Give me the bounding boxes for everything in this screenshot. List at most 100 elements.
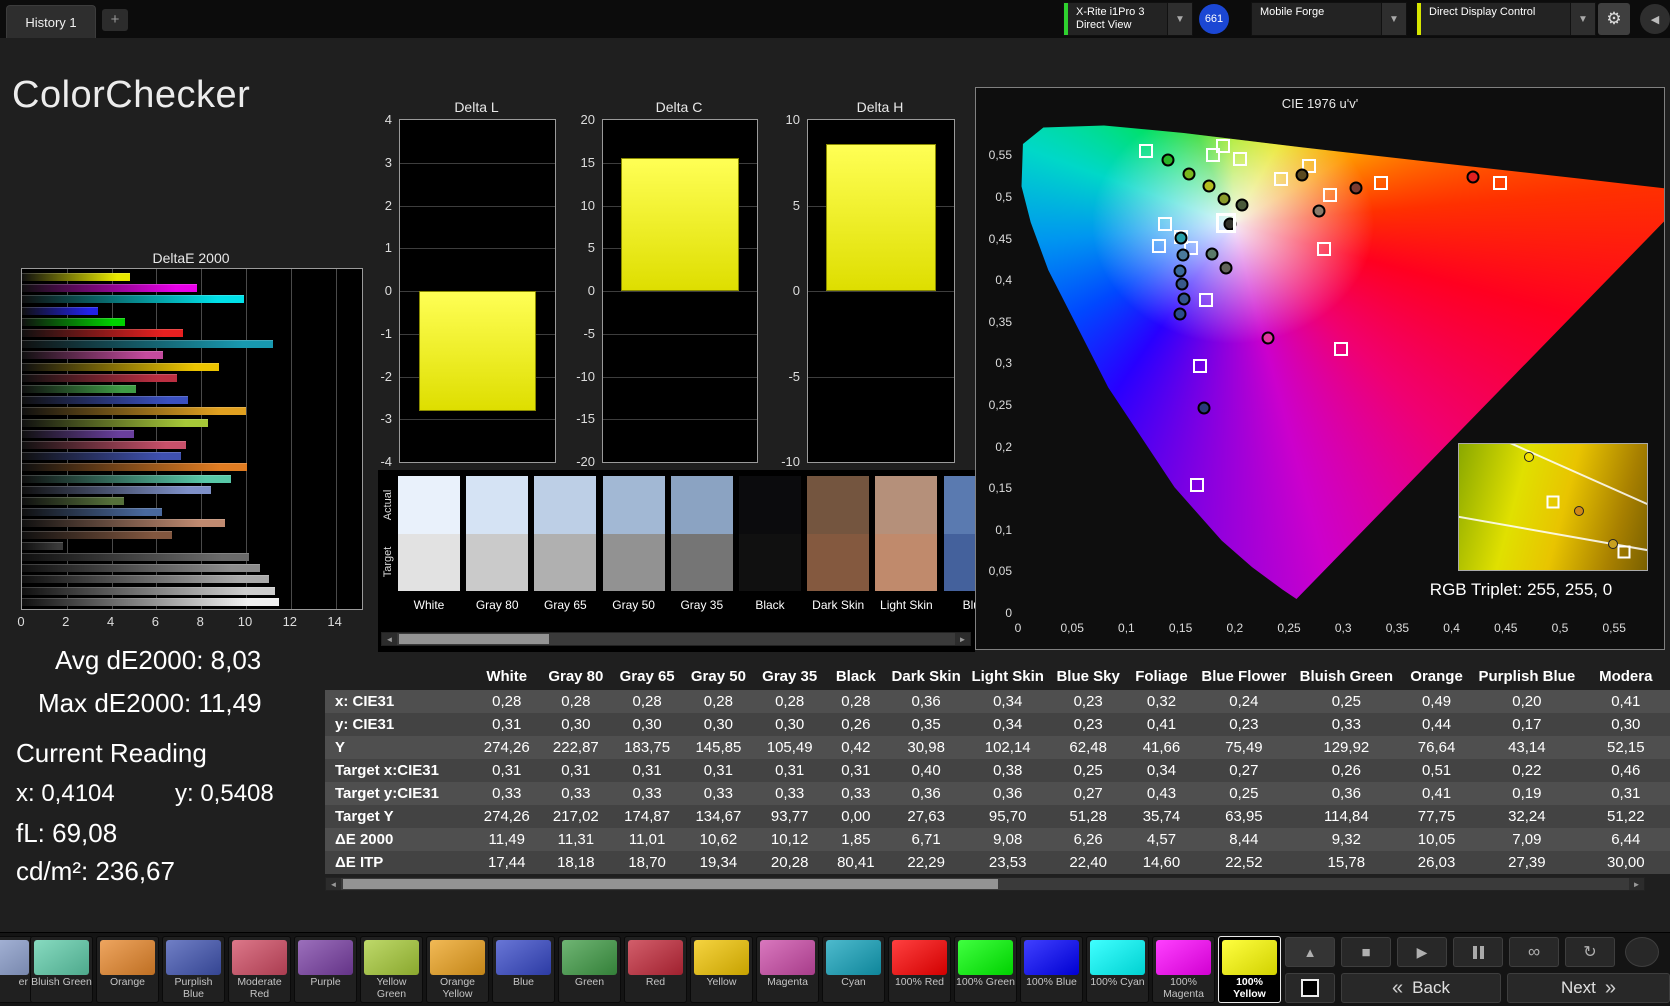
continuous-measure-button[interactable]: ∞ <box>1509 937 1559 967</box>
toolbar-patch-100-cyan[interactable]: 100% Cyan <box>1086 936 1149 1003</box>
x-tick-label: 0,15 <box>1168 621 1193 635</box>
measured-marker <box>1202 179 1216 193</box>
x-tick-label: 0,35 <box>1385 621 1410 635</box>
swatch-blue[interactable]: Blue <box>943 476 975 612</box>
toolbar-patch-orange[interactable]: Orange <box>96 936 159 1003</box>
patch-color-swatch <box>628 940 683 975</box>
patch-label: Magenta <box>767 976 808 988</box>
play-button[interactable]: ▶ <box>1397 937 1447 967</box>
de-bar-black <box>22 541 64 550</box>
measured-marker <box>1217 192 1231 206</box>
y-tick-label: 0,15 <box>988 481 1012 496</box>
toolbar-patch-red[interactable]: Red <box>624 936 687 1003</box>
table-cell: 8,44 <box>1229 831 1259 848</box>
toolbar-patch-magenta[interactable]: Magenta <box>756 936 819 1003</box>
scroll-right-icon[interactable]: ► <box>955 633 970 645</box>
blackout-button[interactable] <box>1285 973 1335 1003</box>
table-cell: 217,02 <box>552 808 599 825</box>
toolbar-patch-cyan[interactable]: Cyan <box>822 936 885 1003</box>
de-bar-100-magenta <box>22 284 197 293</box>
refresh-button[interactable]: ↻ <box>1565 937 1615 967</box>
top-bar: History 1 + X-Rite i1Pro 3 Direct View ▼… <box>0 0 1670 38</box>
patch-label: Bluish Green <box>31 976 92 988</box>
delta-bar <box>621 158 739 291</box>
swatch-black[interactable]: Black <box>739 476 801 612</box>
scroll-left-icon[interactable]: ◄ <box>326 878 341 890</box>
toolbar-patch-100-blue[interactable]: 100% Blue <box>1020 936 1083 1003</box>
chart-plot <box>399 119 556 463</box>
toolbar-patch-purple[interactable]: Purple <box>294 936 357 1003</box>
swatch-gray-65[interactable]: Gray 65 <box>534 476 597 612</box>
toolbar-patch-partial[interactable]: er <box>0 936 33 1003</box>
toolbar-patch-yellow-green[interactable]: Yellow Green <box>360 936 423 1003</box>
target-marker <box>1334 342 1349 357</box>
measured-marker <box>1295 168 1309 182</box>
toolbar-patch-blue[interactable]: Blue <box>492 936 555 1003</box>
patch-color-swatch <box>0 940 29 975</box>
table-cell: 93,77 <box>770 808 809 825</box>
swatch-white[interactable]: White <box>398 476 460 612</box>
display-control-label: Direct Display Control <box>1429 6 1536 18</box>
scroll-right-icon[interactable]: ► <box>1629 878 1644 890</box>
add-tab-button[interactable]: + <box>102 9 128 31</box>
de-bar-moderate-red <box>22 441 186 449</box>
target-marker <box>1138 144 1153 159</box>
back-button[interactable]: « Back <box>1341 973 1501 1003</box>
workflow-selector[interactable]: Mobile Forge ▼ <box>1251 2 1407 36</box>
table-cell: 30,98 <box>907 739 945 756</box>
next-button[interactable]: Next » <box>1507 973 1670 1003</box>
scrollbar-thumb[interactable] <box>343 879 998 889</box>
chevron-down-icon[interactable]: ▼ <box>1570 3 1595 35</box>
toolbar-patch-purplish-blue[interactable]: Purplish Blue <box>162 936 225 1003</box>
patch-color-swatch <box>1024 940 1079 975</box>
toolbar-patch-100-yellow[interactable]: 100% Yellow <box>1218 936 1281 1003</box>
meter-selector[interactable]: X-Rite i1Pro 3 Direct View ▼ <box>1063 2 1193 36</box>
scroll-left-icon[interactable]: ◄ <box>382 633 397 645</box>
toolbar-patch-green[interactable]: Green <box>558 936 621 1003</box>
chevron-down-icon[interactable]: ▼ <box>1381 3 1406 35</box>
swatch-scrollbar[interactable]: ◄ ► <box>381 632 971 646</box>
swatch-gray-50[interactable]: Gray 50 <box>602 476 665 612</box>
swatch-dark-skin[interactable]: Dark Skin <box>807 476 870 612</box>
column-header-light-skin: Light Skin <box>971 667 1044 685</box>
patch-label: Red <box>645 976 666 988</box>
toolbar-patch-100-magenta[interactable]: 100% Magenta <box>1152 936 1215 1003</box>
gear-icon[interactable]: ⚙ <box>1598 3 1630 35</box>
pause-button[interactable] <box>1453 937 1503 967</box>
row-label: Target Y <box>335 808 394 825</box>
measured-marker <box>1219 261 1233 275</box>
toolbar-patch-orange-yellow[interactable]: Orange Yellow <box>426 936 489 1003</box>
table-cell: 1,85 <box>841 831 871 848</box>
stop-button[interactable]: ■ <box>1341 937 1391 967</box>
table-cell: 0,36 <box>911 693 941 710</box>
y-tick-label: 0,1 <box>995 522 1012 537</box>
swatch-light-skin[interactable]: Light Skin <box>875 476 938 612</box>
gridline <box>808 291 954 292</box>
table-cell: 0,36 <box>911 785 941 802</box>
swatch-gray-80[interactable]: Gray 80 <box>466 476 529 612</box>
scroll-up-button[interactable]: ▲ <box>1285 937 1335 967</box>
patch-color-swatch <box>166 940 221 975</box>
table-cell: 10,05 <box>1417 831 1456 848</box>
current-fl: fL: 69,08 <box>16 818 118 848</box>
toolbar-patch-moderate-red[interactable]: Moderate Red <box>228 936 291 1003</box>
toolbar-patch-100-green[interactable]: 100% Green <box>954 936 1017 1003</box>
swatch-gray-35[interactable]: Gray 35 <box>670 476 733 612</box>
table-cell: 0,31 <box>632 762 662 779</box>
target-swatch <box>739 534 801 591</box>
table-scrollbar[interactable]: ◄ ► <box>325 877 1645 891</box>
collapse-left-icon[interactable]: ◀ <box>1640 4 1670 34</box>
gamut-edge-line <box>1459 444 1647 525</box>
display-control-selector[interactable]: Direct Display Control ▼ <box>1416 2 1596 36</box>
scrollbar-thumb[interactable] <box>399 634 549 644</box>
toolbar-patch-yellow[interactable]: Yellow <box>690 936 753 1003</box>
tab-history-1[interactable]: History 1 <box>6 5 96 38</box>
toolbar-patch-bluish-green[interactable]: Bluish Green <box>30 936 93 1003</box>
chevron-down-icon[interactable]: ▼ <box>1167 3 1192 35</box>
de-bar-light-skin <box>22 519 226 528</box>
patch-color-swatch <box>298 940 353 975</box>
toolbar-patch-100-red[interactable]: 100% Red <box>888 936 951 1003</box>
table-cell: 0,25 <box>1073 762 1103 779</box>
extra-round-button[interactable] <box>1625 937 1659 967</box>
meter-label: X-Rite i1Pro 3 Direct View <box>1076 6 1145 31</box>
